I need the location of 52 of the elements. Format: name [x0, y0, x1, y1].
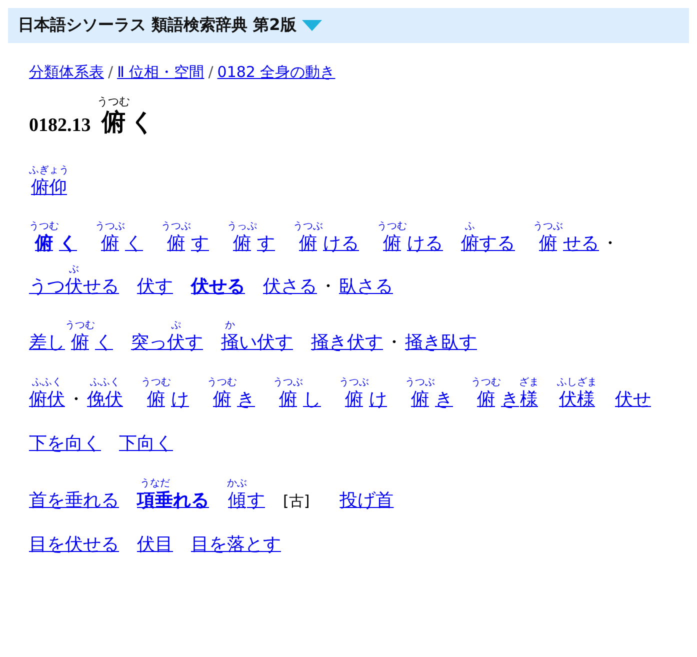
synonym-link[interactable]: うつぶ 俯 け: [339, 376, 387, 412]
breadcrumb-link[interactable]: Ⅱ 位相・空間: [117, 63, 204, 82]
site-title: 日本語シソーラス 類語検索辞典 第2版: [18, 15, 296, 36]
synonym-link[interactable]: 掻き伏す: [311, 332, 383, 355]
synonym-link[interactable]: うつむ 俯 ける: [377, 221, 443, 256]
breadcrumb-link[interactable]: 0182 全身の動き: [217, 63, 336, 82]
synonym-link[interactable]: うつぶ 俯 ける: [293, 221, 359, 256]
synonym-link[interactable]: うつぶ 俯 き: [405, 376, 453, 412]
synonym-link[interactable]: うつむ 俯 け: [141, 376, 189, 412]
synonym-link[interactable]: 下を向く: [29, 433, 101, 456]
synonym-link[interactable]: ふふく 俛伏: [87, 376, 123, 412]
synonym-link[interactable]: ふふく 俯伏: [29, 376, 65, 412]
synonym-link[interactable]: 臥さる: [339, 276, 393, 298]
breadcrumb-separator: /: [208, 63, 214, 81]
synonym-link[interactable]: か 掻い伏す: [221, 320, 293, 355]
separator-dot: ・: [67, 388, 85, 412]
synonym-link[interactable]: うつむ 俯 く: [29, 221, 77, 256]
synonym-link[interactable]: 目を伏せる: [29, 534, 119, 557]
synonym-link[interactable]: 差し うつむ 俯 く: [29, 320, 113, 355]
synonym-link[interactable]: うっぷ 俯 す: [227, 221, 275, 256]
synonym-link[interactable]: 掻き臥す: [405, 332, 477, 355]
separator-dot: ・: [601, 233, 619, 256]
synonym-link[interactable]: かぶ 傾す: [227, 478, 265, 512]
synonym-link[interactable]: 伏せ: [615, 388, 651, 412]
synonym-link[interactable]: うつぶ 俯 す: [161, 221, 209, 256]
synonym-link[interactable]: 目を落とす: [191, 534, 281, 557]
separator-dot: ・: [319, 276, 337, 298]
headword: うつむ 俯 く: [96, 96, 155, 137]
synonym-link[interactable]: 伏さる: [263, 276, 317, 298]
synonym-link[interactable]: うなだ 項垂れる: [137, 478, 209, 512]
separator-dot: ・: [385, 332, 403, 355]
archaic-note: [古]: [283, 491, 310, 512]
synonym-link[interactable]: ふぎょう 俯仰: [29, 164, 69, 200]
synonym-link[interactable]: うつむ 俯 き ざま 様: [471, 376, 539, 412]
synonym-link[interactable]: 突っ ぷ 伏す: [131, 320, 203, 355]
synonym-link[interactable]: うつぶ 俯 し: [273, 376, 321, 412]
breadcrumb-link[interactable]: 分類体系表: [29, 63, 104, 82]
synonym-link[interactable]: 伏せる: [191, 276, 245, 298]
synonym-link[interactable]: 投げ首: [340, 490, 394, 512]
synonym-link[interactable]: ふしざま 伏様: [557, 376, 597, 412]
synonym-link[interactable]: 伏す: [137, 276, 173, 298]
caret-icon[interactable]: [302, 20, 322, 32]
synonym-link[interactable]: うつむ 俯 き: [207, 376, 255, 412]
synonym-link[interactable]: 下向く: [119, 433, 173, 456]
synonym-link[interactable]: 首を垂れる: [29, 490, 119, 512]
synonym-link[interactable]: うつ ぶ 伏せる: [29, 264, 119, 298]
synonym-link[interactable]: 伏目: [137, 534, 173, 557]
synonym-link[interactable]: ふ 俯する: [461, 221, 515, 256]
category-number: 0182.13: [29, 114, 91, 137]
synonym-link[interactable]: うつぶ 俯 く: [95, 221, 143, 256]
breadcrumb-separator: /: [108, 63, 114, 81]
synonym-link[interactable]: うつぶ 俯 せる: [533, 221, 599, 256]
